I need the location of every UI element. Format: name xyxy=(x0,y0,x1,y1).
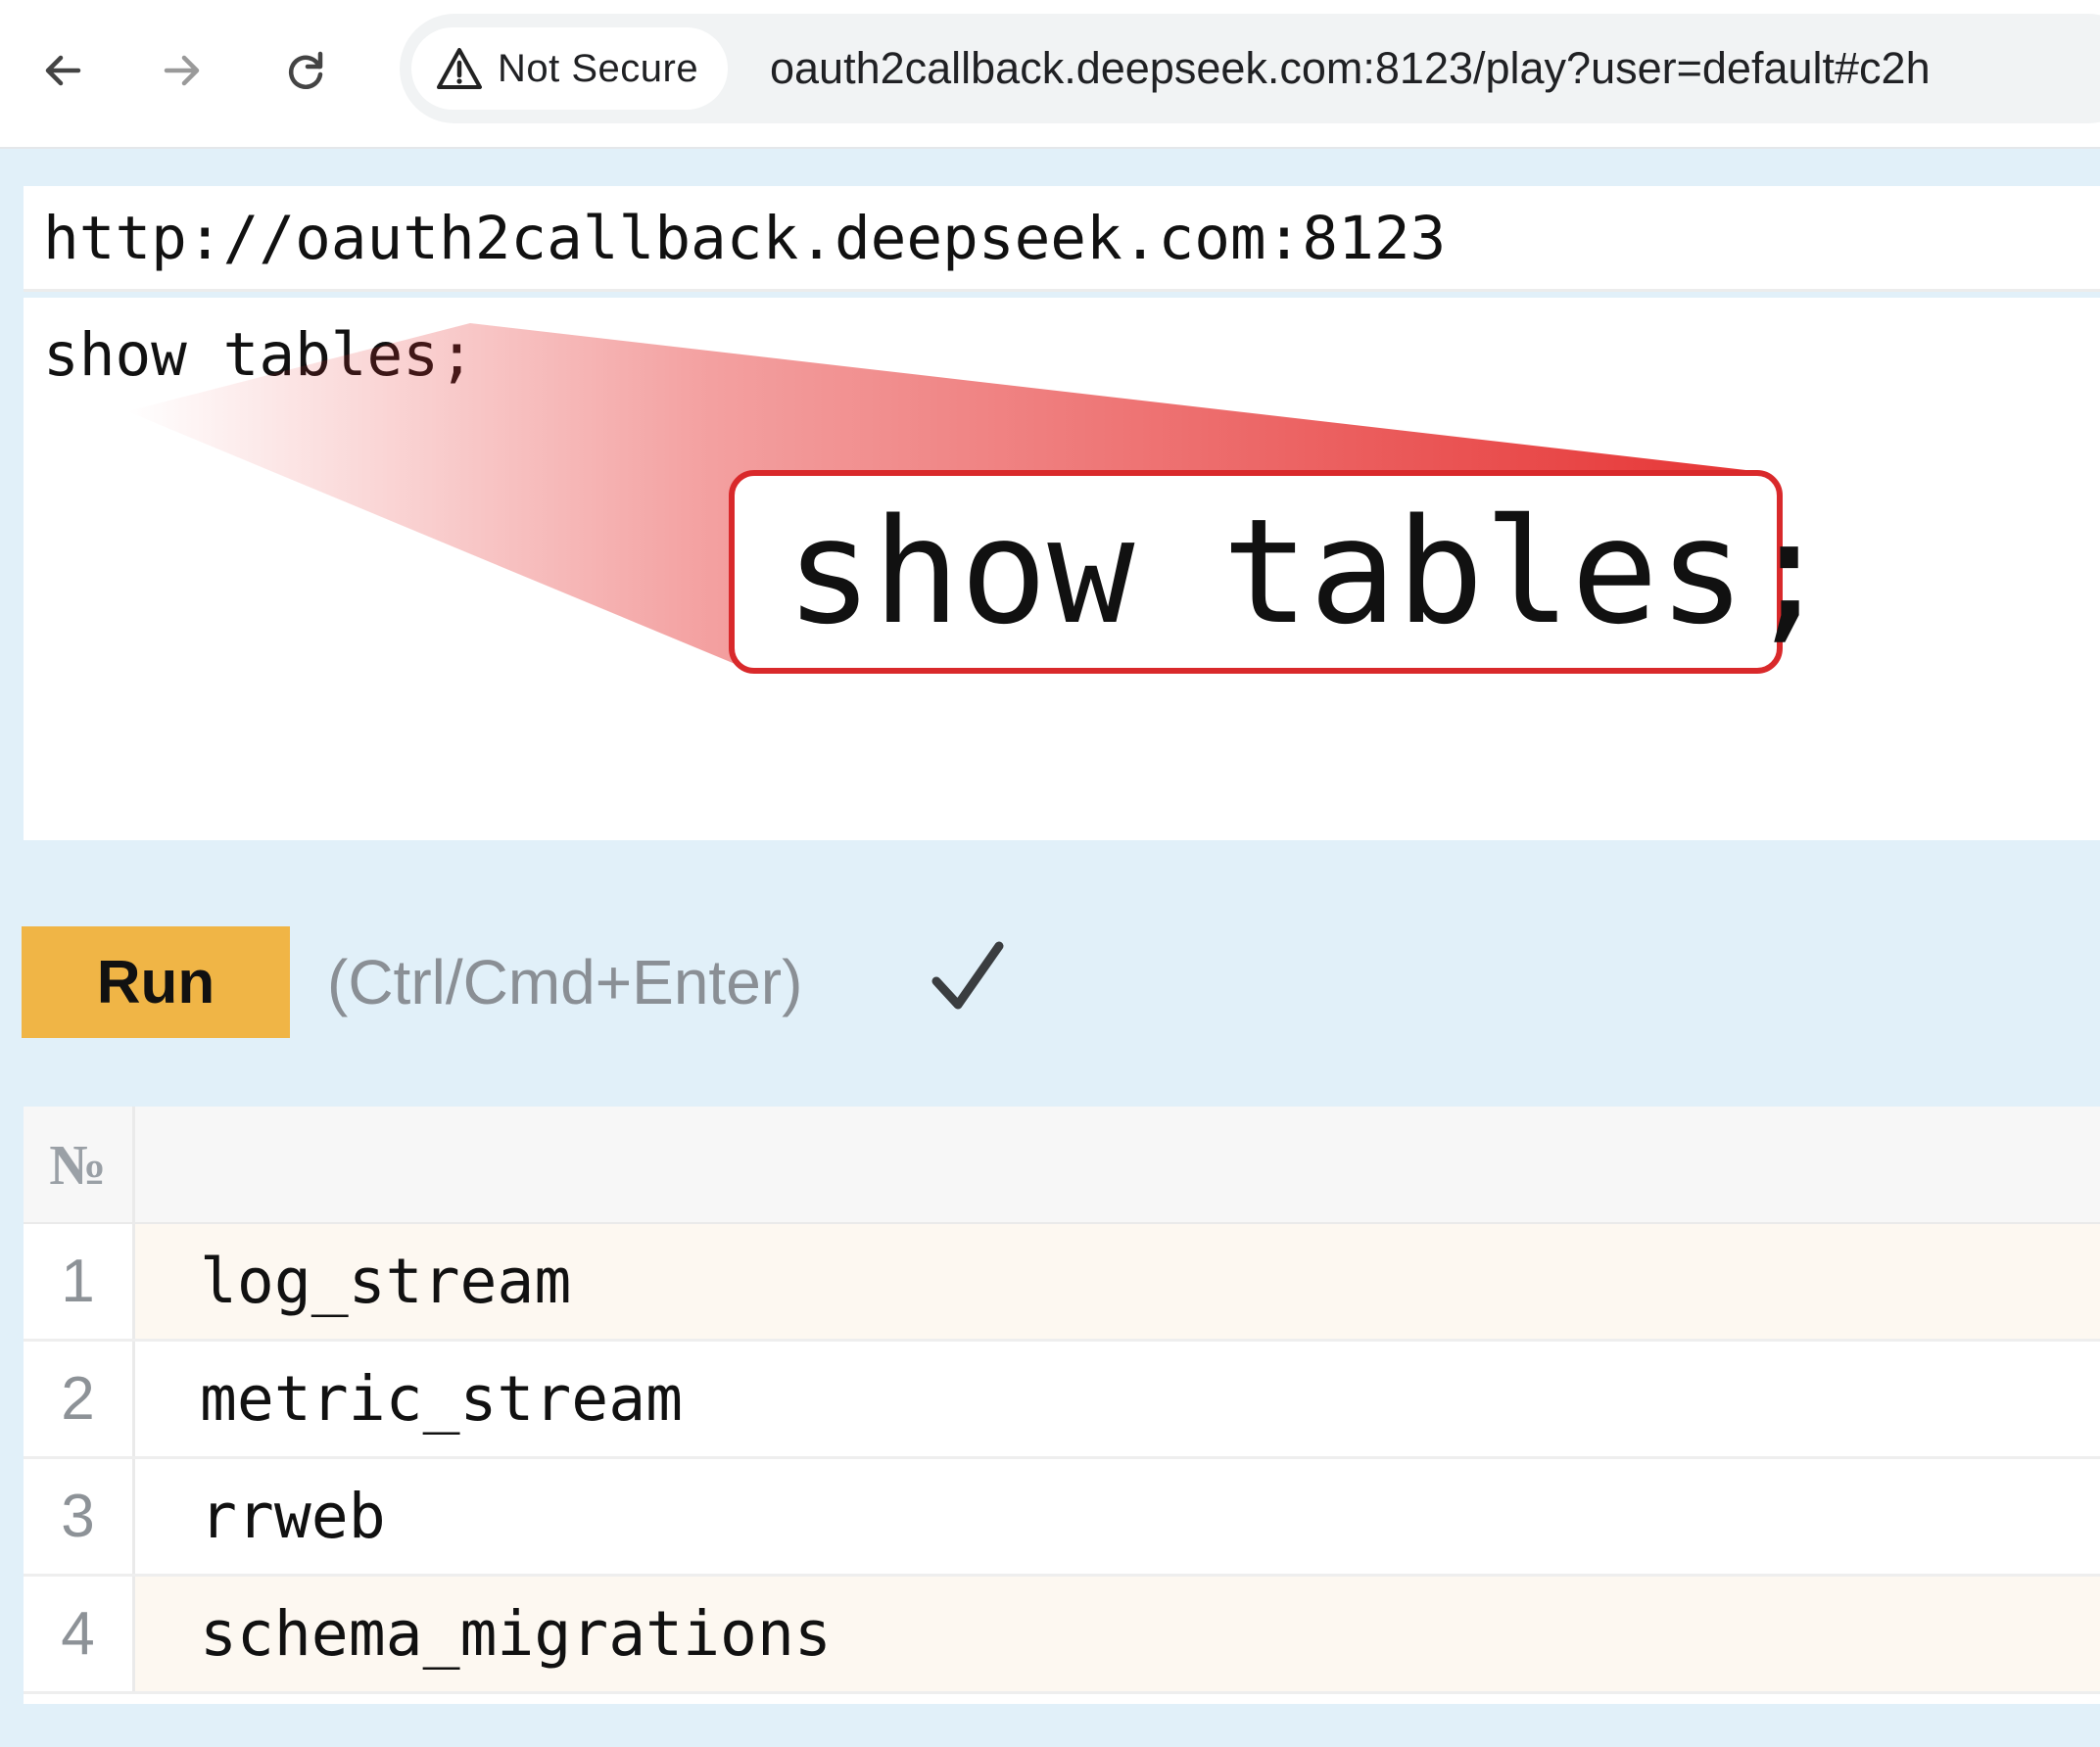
server-url-input[interactable]: http://oauth2callback.deepseek.com:8123 xyxy=(24,186,2100,292)
reload-icon xyxy=(288,51,323,90)
row-number: 4 xyxy=(24,1577,135,1691)
security-label: Not Secure xyxy=(498,46,699,90)
table-header: № xyxy=(24,1107,2100,1225)
table-row: 3 rrweb xyxy=(24,1459,2100,1577)
row-number: 3 xyxy=(24,1459,135,1574)
row-number: 1 xyxy=(24,1224,135,1339)
warning-icon xyxy=(437,48,482,89)
table-row: 2 metric_stream xyxy=(24,1342,2100,1459)
browser-toolbar: Not Secure oauth2callback.deepseek.com:8… xyxy=(0,0,2100,149)
address-text[interactable]: oauth2callback.deepseek.com:8123/play?us… xyxy=(770,14,1931,123)
run-button[interactable]: Run xyxy=(22,926,290,1038)
checkmark-icon xyxy=(931,941,1004,1010)
table-cell: schema_migrations xyxy=(135,1577,2100,1691)
zoom-callout: show tables; xyxy=(729,470,1833,674)
address-bar[interactable]: Not Secure oauth2callback.deepseek.com:8… xyxy=(400,14,2100,123)
table-row: 4 schema_migrations xyxy=(24,1577,2100,1694)
row-number-header: № xyxy=(24,1107,135,1222)
reload-button[interactable] xyxy=(270,35,341,106)
security-indicator[interactable]: Not Secure xyxy=(411,27,729,110)
back-button[interactable] xyxy=(27,35,98,106)
shortcut-hint: (Ctrl/Cmd+Enter) xyxy=(327,947,803,1017)
results-table: № 1 log_stream 2 metric_stream 3 rrweb 4… xyxy=(24,1107,2100,1704)
forward-button[interactable] xyxy=(147,35,217,106)
table-cell: rrweb xyxy=(135,1459,2100,1574)
row-number: 2 xyxy=(24,1342,135,1456)
forward-arrow-icon xyxy=(164,55,200,86)
table-cell: metric_stream xyxy=(135,1342,2100,1456)
table-cell: log_stream xyxy=(135,1224,2100,1339)
table-row: 1 log_stream xyxy=(24,1224,2100,1342)
back-arrow-icon xyxy=(45,55,81,86)
